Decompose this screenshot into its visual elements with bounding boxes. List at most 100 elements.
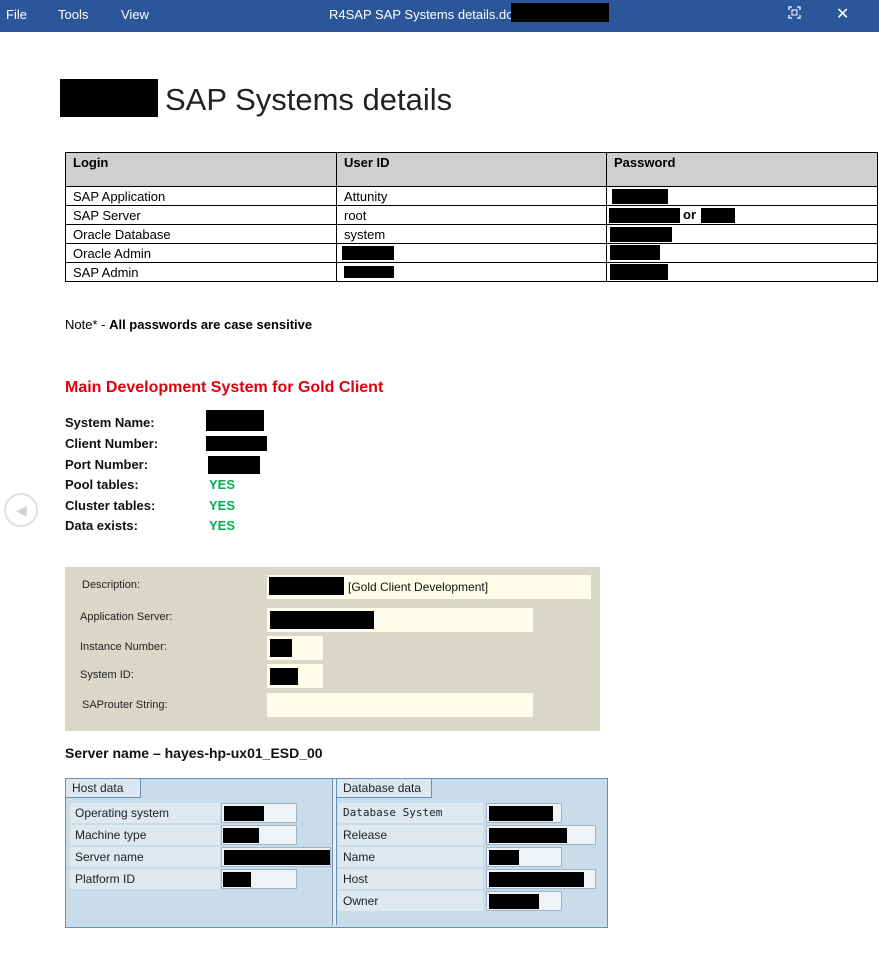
db-field-value [486, 869, 596, 889]
redacted-port-number [208, 456, 260, 474]
redacted-owner [511, 3, 609, 22]
password-cell: or [606, 205, 878, 225]
menu-view[interactable]: View [121, 7, 149, 22]
host-field-label: Machine type [70, 825, 220, 845]
redacted-password [610, 245, 660, 260]
document-title: R4SAP SAP Systems details.docx - [329, 7, 535, 22]
login-cell: Oracle Database [65, 224, 337, 244]
table-row: Oracle Database system [65, 224, 878, 244]
table-row: SAP Server root or [65, 205, 878, 225]
note-text: All passwords are case sensitive [109, 317, 313, 332]
redacted-app-server [270, 611, 374, 629]
login-cell: SAP Server [65, 205, 337, 225]
prop-port-number: Port Number: [65, 457, 149, 472]
redacted-value [489, 850, 519, 865]
redacted-value [489, 894, 539, 909]
system-id-field [267, 664, 323, 688]
instance-number-label: Instance Number: [80, 641, 167, 653]
password-cell [606, 224, 878, 244]
table-row: Oracle Admin [65, 243, 878, 263]
note-prefix: Note* - [65, 317, 110, 332]
menu-tools[interactable]: Tools [58, 7, 88, 22]
password-cell [606, 186, 878, 206]
db-field-value [486, 803, 562, 823]
close-icon[interactable]: ✕ [836, 4, 849, 24]
redacted-value [224, 806, 264, 821]
db-field-label: Database System [338, 803, 483, 823]
redacted-value [223, 872, 251, 887]
group-separator [332, 779, 337, 925]
redacted-value [489, 828, 567, 843]
prop-data-exists: Data exists: [65, 518, 138, 533]
system-id-label: System ID: [80, 669, 134, 681]
user-id-cell: root [336, 205, 607, 225]
saprouter-field [267, 693, 533, 717]
prop-system-name: System Name: [65, 415, 155, 430]
data-exists-value: YES [209, 518, 236, 533]
pool-tables-value: YES [209, 477, 236, 492]
redacted-value [489, 806, 553, 821]
instance-number-field [267, 636, 323, 660]
db-field-label: Release [338, 825, 483, 845]
redacted-password [609, 208, 680, 223]
redacted-system-id [270, 668, 298, 685]
previous-page-button[interactable]: ◀ [4, 493, 38, 527]
redacted-password [701, 208, 735, 223]
redacted-value [224, 850, 330, 865]
redacted-user-id [344, 266, 394, 278]
table-row: SAP Application Attunity [65, 186, 878, 206]
col-login: Login [65, 152, 337, 187]
col-user-id: User ID [336, 152, 607, 187]
prop-pool-tables: Pool tables: [65, 477, 139, 492]
host-field-value [221, 825, 297, 845]
redacted-password [612, 189, 668, 204]
cluster-tables-value: YES [209, 498, 236, 513]
redacted-system-name [206, 410, 264, 431]
fullscreen-icon[interactable] [788, 6, 801, 19]
description-value: [Gold Client Development] [348, 580, 489, 594]
page-title: SAP Systems details [165, 82, 453, 117]
db-field-label: Owner [338, 891, 483, 911]
description-field: [Gold Client Development] [267, 575, 591, 599]
user-id-cell [336, 262, 607, 282]
password-or: or [683, 207, 696, 222]
db-field-value [486, 825, 596, 845]
note: Note* - All passwords are case sensitive [65, 317, 312, 332]
db-field-value [486, 891, 562, 911]
redacted-value [223, 828, 259, 843]
section-title: Main Development System for Gold Client [65, 379, 384, 396]
password-cell [606, 262, 878, 282]
redacted-password [610, 227, 672, 242]
redacted-password [610, 264, 668, 280]
host-field-label: Platform ID [70, 869, 220, 889]
host-database-panel: Host data Database data Operating system… [65, 778, 608, 928]
title-bar: File Tools View R4SAP SAP Systems detail… [0, 0, 879, 32]
redacted-client-number [206, 436, 267, 451]
login-cell: SAP Application [65, 186, 337, 206]
host-field-label: Server name [70, 847, 220, 867]
sap-logon-panel: Description: [Gold Client Development] A… [65, 567, 600, 731]
table-row: SAP Admin [65, 262, 878, 282]
password-cell [606, 243, 878, 263]
menu-file[interactable]: File [6, 7, 27, 22]
login-table: Login User ID Password SAP Application A… [65, 152, 878, 282]
database-data-tab: Database data [337, 779, 432, 798]
redacted-value [489, 872, 584, 887]
host-field-value [221, 869, 297, 889]
description-label: Description: [82, 579, 141, 591]
login-cell: Oracle Admin [65, 243, 337, 263]
db-field-label: Name [338, 847, 483, 867]
prop-client-number: Client Number: [65, 436, 159, 451]
redacted-instance [270, 639, 292, 657]
prop-cluster-tables: Cluster tables: [65, 498, 156, 513]
application-server-field [267, 608, 533, 632]
col-password: Password [606, 152, 878, 187]
application-server-label: Application Server: [80, 611, 173, 623]
user-id-cell: Attunity [336, 186, 607, 206]
db-field-value [486, 847, 562, 867]
redacted-company [60, 79, 158, 117]
redacted-user-id [342, 246, 394, 260]
server-name-heading: Server name – hayes-hp-ux01_ESD_00 [65, 745, 323, 761]
host-data-tab: Host data [66, 779, 141, 798]
user-id-cell [336, 243, 607, 263]
